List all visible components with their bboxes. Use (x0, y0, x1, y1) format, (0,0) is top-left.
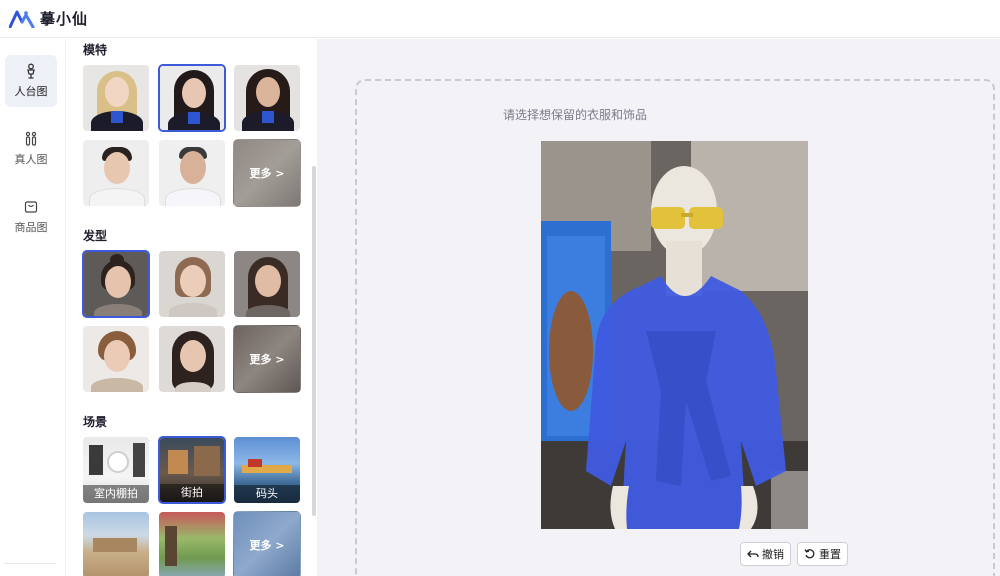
model-thumb[interactable] (82, 139, 150, 207)
panel-scrollbar[interactable] (312, 166, 316, 516)
hairstyle-thumb[interactable] (82, 325, 150, 393)
people-icon (25, 131, 37, 146)
model-thumb[interactable] (233, 64, 301, 132)
scene-thumb[interactable]: 室内棚拍 (82, 436, 150, 504)
nav-item-mannequin[interactable]: 人台图 (5, 55, 57, 107)
undo-label: 撤销 (762, 548, 784, 561)
hairstyle-thumb[interactable] (158, 250, 226, 318)
nav-item-products[interactable]: 商品图 (5, 191, 57, 243)
selection-hint: 请选择想保留的衣服和饰品 (503, 108, 648, 122)
divider (4, 563, 56, 564)
scene-label: 码头 (234, 485, 300, 503)
scene-thumb[interactable]: 街拍 (158, 436, 226, 504)
section-title-scenes: 场景 (83, 415, 108, 429)
reset-label: 重置 (819, 548, 841, 561)
hairstyle-thumb[interactable] (82, 250, 150, 318)
scene-label: 室内棚拍 (83, 485, 149, 503)
options-panel: 模特 更多 > 发型 更多 > 场景 室内棚拍 街拍 码头 更多 > (67, 39, 316, 576)
nav-item-label: 商品图 (14, 221, 48, 234)
mannequin-icon (27, 63, 35, 79)
more-label: 更多 > (249, 167, 285, 180)
bag-icon (24, 201, 38, 213)
more-label: 更多 > (249, 353, 285, 366)
section-title-models: 模特 (83, 43, 108, 57)
scene-thumb[interactable]: 码头 (233, 436, 301, 504)
reset-icon (804, 549, 815, 559)
more-scenes-button[interactable]: 更多 > (233, 511, 301, 576)
mannequin-photo[interactable] (541, 141, 808, 529)
reset-button[interactable]: 重置 (797, 542, 848, 566)
more-hairstyles-button[interactable]: 更多 > (233, 325, 301, 393)
app-name: 摹小仙 (40, 10, 89, 28)
model-thumb[interactable] (82, 64, 150, 132)
scene-thumb[interactable] (158, 511, 226, 576)
undo-button[interactable]: 撤销 (740, 542, 791, 566)
model-thumb[interactable] (158, 139, 226, 207)
section-title-hairstyles: 发型 (83, 229, 108, 243)
nav-item-label: 人台图 (14, 85, 48, 98)
nav-item-label: 真人图 (14, 153, 48, 166)
hairstyle-thumb[interactable] (158, 325, 226, 393)
scene-label: 街拍 (160, 484, 224, 502)
top-bar: 摹小仙 (0, 0, 1000, 38)
scene-thumb[interactable] (82, 511, 150, 576)
logo-icon (9, 10, 35, 28)
model-thumb[interactable] (158, 64, 226, 132)
mode-rail: 人台图 真人图 商品图 (0, 39, 66, 576)
undo-icon (747, 550, 759, 558)
nav-item-people[interactable]: 真人图 (5, 123, 57, 175)
hairstyle-thumb[interactable] (233, 250, 301, 318)
mannequin-image (541, 141, 808, 529)
more-models-button[interactable]: 更多 > (233, 139, 301, 207)
more-label: 更多 > (249, 539, 285, 552)
editor-area: 请选择想保留的衣服和饰品 撤销 重置 (317, 39, 1000, 576)
